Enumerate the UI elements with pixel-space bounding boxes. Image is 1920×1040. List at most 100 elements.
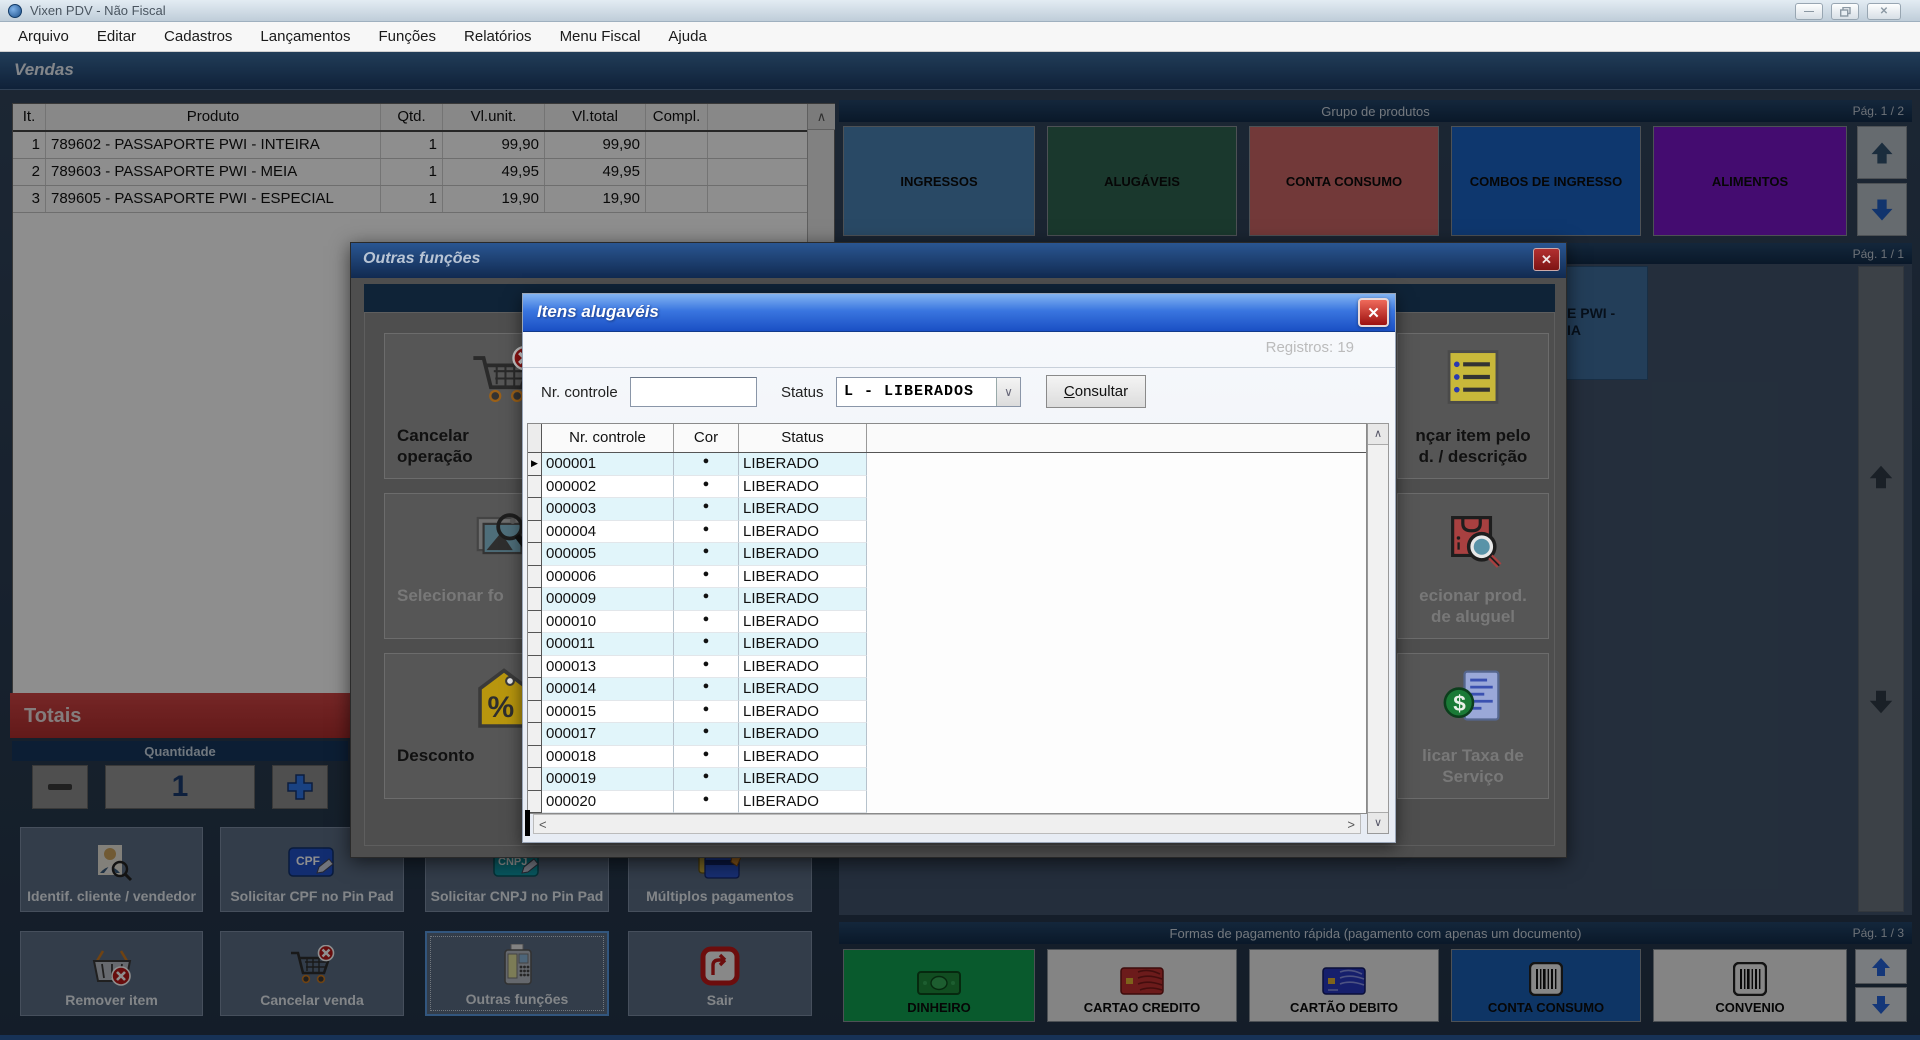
itens-row[interactable]: 000002 ● LIBERADO	[528, 476, 1366, 499]
close-icon: ✕	[1880, 6, 1888, 17]
itens-row[interactable]: 000004 ● LIBERADO	[528, 521, 1366, 544]
row-selector[interactable]	[528, 746, 542, 769]
close-button[interactable]: ✕	[1867, 3, 1901, 20]
cell-cor-dot: ●	[674, 498, 739, 521]
row-selector[interactable]	[528, 588, 542, 611]
cell-cor-dot: ●	[674, 701, 739, 724]
aplicar-taxa-servico-button[interactable]: $ licar Taxa de Serviço	[1397, 653, 1549, 799]
close-icon: ✕	[1367, 304, 1380, 322]
itens-alugaveis-close-button[interactable]: ✕	[1358, 298, 1389, 327]
itens-row[interactable]: 000018 ● LIBERADO	[528, 746, 1366, 769]
row-selector[interactable]	[528, 791, 542, 814]
restore-button[interactable]	[1831, 3, 1859, 20]
status-dropdown[interactable]: L - LIBERADOS ∨	[836, 377, 1021, 407]
bag-search-icon	[1398, 506, 1548, 570]
cell-status: LIBERADO	[739, 453, 867, 476]
registros-count: Registros: 19	[1266, 339, 1354, 356]
menu-relatorios[interactable]: Relatórios	[450, 23, 546, 50]
cell-nr-controle: 000002	[542, 476, 674, 499]
row-selector[interactable]	[528, 521, 542, 544]
scroll-left-icon[interactable]: <	[539, 817, 547, 832]
dropdown-arrow-icon[interactable]: ∨	[996, 378, 1020, 406]
cell-nr-controle: 000009	[542, 588, 674, 611]
row-selector[interactable]	[528, 611, 542, 634]
row-selector[interactable]	[528, 678, 542, 701]
cell-nr-controle: 000001	[542, 453, 674, 476]
itens-row[interactable]: 000015 ● LIBERADO	[528, 701, 1366, 724]
row-selector[interactable]	[528, 656, 542, 679]
cell-nr-controle: 000017	[542, 723, 674, 746]
list-icon	[1398, 346, 1548, 408]
selecionar-prod-aluguel-button[interactable]: ecionar prod. de aluguel	[1397, 493, 1549, 639]
cell-cor-dot: ●	[674, 791, 739, 814]
itens-rows: ▶ 000001 ● LIBERADO 000002 ● LIBERADO	[528, 453, 1366, 813]
itens-row[interactable]: 000020 ● LIBERADO	[528, 791, 1366, 814]
cell-nr-controle: 000004	[542, 521, 674, 544]
cell-status: LIBERADO	[739, 611, 867, 634]
row-selector[interactable]	[528, 633, 542, 656]
scroll-right-icon[interactable]: >	[1347, 817, 1355, 832]
cell-nr-controle: 000014	[542, 678, 674, 701]
menu-editar[interactable]: Editar	[83, 23, 150, 50]
row-selector[interactable]: ▶	[528, 453, 542, 476]
cell-nr-controle: 000006	[542, 566, 674, 589]
menu-menu-fiscal[interactable]: Menu Fiscal	[546, 23, 655, 50]
cell-status: LIBERADO	[739, 791, 867, 814]
col-cor: Cor	[674, 424, 739, 452]
outras-funcoes-title: Outras funções	[363, 250, 480, 268]
row-selector[interactable]	[528, 476, 542, 499]
row-selector[interactable]	[528, 498, 542, 521]
row-selector[interactable]	[528, 701, 542, 724]
itens-vertical-scrollbar[interactable]: ∧ ∨	[1367, 423, 1389, 834]
title-bar: Vixen PDV - Não Fiscal — ✕	[0, 0, 1920, 22]
itens-row[interactable]: 000009 ● LIBERADO	[528, 588, 1366, 611]
window-title: Vixen PDV - Não Fiscal	[30, 3, 166, 18]
cell-cor-dot: ●	[674, 656, 739, 679]
scroll-down-icon[interactable]: ∨	[1368, 812, 1388, 833]
cell-cor-dot: ●	[674, 453, 739, 476]
row-selector[interactable]	[528, 566, 542, 589]
outras-funcoes-titlebar: Outras funções	[351, 243, 1566, 278]
button-label-line1: ecionar prod.	[1400, 586, 1546, 606]
cell-status: LIBERADO	[739, 633, 867, 656]
scroll-up-icon[interactable]: ∧	[1368, 424, 1388, 445]
itens-row[interactable]: 000011 ● LIBERADO	[528, 633, 1366, 656]
lancar-item-button[interactable]: nçar item pelo d. / descrição	[1397, 333, 1549, 479]
cell-nr-controle: 000018	[542, 746, 674, 769]
separator-line	[523, 367, 1395, 368]
itens-row[interactable]: 000010 ● LIBERADO	[528, 611, 1366, 634]
nr-controle-input[interactable]	[630, 377, 757, 407]
cell-status: LIBERADO	[739, 521, 867, 544]
itens-row[interactable]: 000014 ● LIBERADO	[528, 678, 1366, 701]
cell-cor-dot: ●	[674, 588, 739, 611]
itens-row[interactable]: 000017 ● LIBERADO	[528, 723, 1366, 746]
minimize-button[interactable]: —	[1795, 3, 1823, 20]
consultar-button[interactable]: Consultar	[1046, 375, 1146, 408]
menu-lancamentos[interactable]: Lançamentos	[246, 23, 364, 50]
cell-status: LIBERADO	[739, 723, 867, 746]
itens-row[interactable]: 000019 ● LIBERADO	[528, 768, 1366, 791]
itens-row[interactable]: 000005 ● LIBERADO	[528, 543, 1366, 566]
itens-row[interactable]: 000003 ● LIBERADO	[528, 498, 1366, 521]
row-selector[interactable]	[528, 543, 542, 566]
itens-row[interactable]: ▶ 000001 ● LIBERADO	[528, 453, 1366, 476]
menu-funcoes[interactable]: Funções	[364, 23, 450, 50]
cell-cor-dot: ●	[674, 746, 739, 769]
menu-arquivo[interactable]: Arquivo	[4, 23, 83, 50]
itens-table: Nr. controle Cor Status ▶ 000001 ● LIBER…	[527, 423, 1367, 814]
cell-nr-controle: 000020	[542, 791, 674, 814]
cell-status: LIBERADO	[739, 476, 867, 499]
itens-horizontal-scrollbar[interactable]: < >	[533, 814, 1361, 834]
cell-status: LIBERADO	[739, 701, 867, 724]
cell-status: LIBERADO	[739, 498, 867, 521]
row-selector[interactable]	[528, 723, 542, 746]
cell-nr-controle: 000015	[542, 701, 674, 724]
row-selector[interactable]	[528, 768, 542, 791]
app-window: Vixen PDV - Não Fiscal — ✕ Arquivo Edita…	[0, 0, 1920, 1040]
itens-row[interactable]: 000013 ● LIBERADO	[528, 656, 1366, 679]
itens-row[interactable]: 000006 ● LIBERADO	[528, 566, 1366, 589]
cell-status: LIBERADO	[739, 678, 867, 701]
outras-funcoes-close-button[interactable]: ✕	[1533, 248, 1560, 271]
menu-cadastros[interactable]: Cadastros	[150, 23, 246, 50]
menu-ajuda[interactable]: Ajuda	[654, 23, 720, 50]
